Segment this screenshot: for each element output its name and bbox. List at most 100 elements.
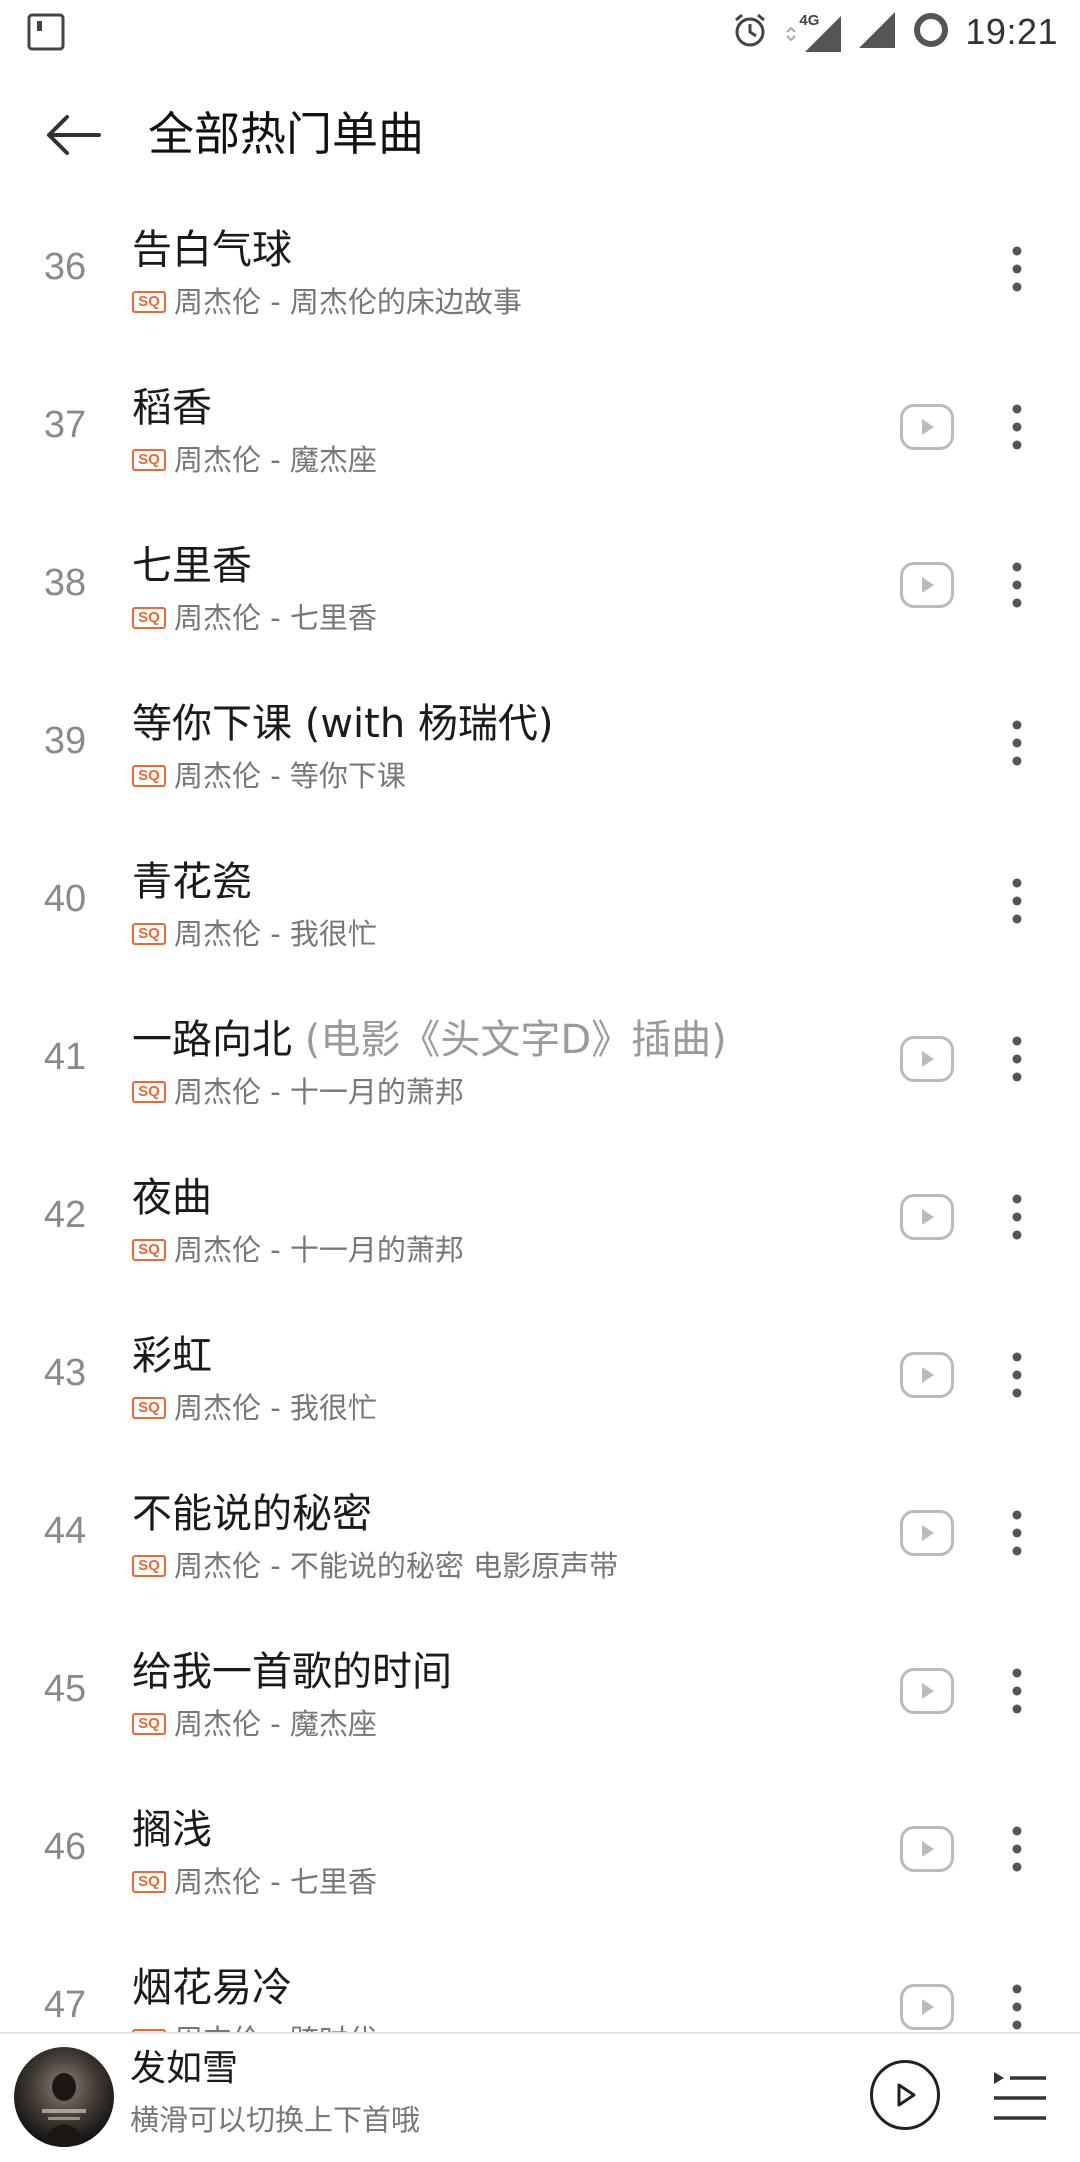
more-options-button[interactable] — [1000, 1346, 1034, 1404]
song-title-text: 搁浅 — [132, 1807, 212, 1853]
play-icon — [922, 577, 934, 593]
playlist-icon — [994, 2072, 1046, 2120]
more-options-button[interactable] — [1000, 1188, 1034, 1246]
song-artist-album: 周杰伦 - 十一月的萧邦 — [174, 1233, 464, 1267]
mv-play-button[interactable] — [900, 1984, 954, 2030]
mv-play-button[interactable] — [900, 1510, 954, 1556]
more-options-button[interactable] — [1000, 1978, 1034, 2032]
song-artist-album: 周杰伦 - 我很忙 — [174, 1391, 377, 1425]
more-vertical-icon — [1012, 1510, 1022, 1556]
song-subline: SQ 周杰伦 - 我很忙 — [132, 1388, 377, 1428]
song-artist-album: 周杰伦 - 周杰伦的床边故事 — [174, 285, 522, 319]
mini-player[interactable]: 发如雪 横滑可以切换上下首哦 — [0, 2032, 1080, 2162]
mv-play-button[interactable] — [900, 1826, 954, 1872]
song-row[interactable]: 39 等你下课 (with 杨瑞代) SQ 周杰伦 - 等你下课 — [0, 682, 1080, 840]
song-title: 给我一首歌的时间 — [132, 1644, 452, 1700]
song-row[interactable]: 44 不能说的秘密 SQ 周杰伦 - 不能说的秘密 电影原声带 — [0, 1472, 1080, 1630]
song-artist-album: 周杰伦 - 不能说的秘密 电影原声带 — [174, 1549, 619, 1583]
song-row[interactable]: 45 给我一首歌的时间 SQ 周杰伦 - 魔杰座 — [0, 1630, 1080, 1788]
song-row[interactable]: 40 青花瓷 SQ 周杰伦 - 我很忙 — [0, 840, 1080, 998]
song-subline: SQ 周杰伦 - 七里香 — [132, 1862, 377, 1902]
play-icon — [897, 2083, 916, 2107]
song-title-text: 等你下课 (with 杨瑞代) — [132, 701, 554, 747]
song-artist-album: 周杰伦 - 跨时代 — [174, 2020, 377, 2032]
arrow-left-icon — [47, 115, 101, 155]
status-bar: 4G 19:21 — [0, 0, 1080, 64]
mv-play-button[interactable] — [900, 1668, 954, 1714]
alarm-icon — [731, 11, 769, 53]
play-icon — [922, 1051, 934, 1067]
song-rank: 41 — [43, 1035, 87, 1078]
song-title: 彩虹 — [132, 1328, 212, 1384]
song-title: 不能说的秘密 — [132, 1486, 372, 1542]
player-hint: 横滑可以切换上下首哦 — [130, 2103, 421, 2137]
song-subline: SQ 周杰伦 - 魔杰座 — [132, 440, 377, 480]
song-row[interactable]: 37 稻香 SQ 周杰伦 - 魔杰座 — [0, 366, 1080, 524]
song-subline: SQ 周杰伦 - 周杰伦的床边故事 — [132, 282, 522, 322]
song-rank: 47 — [43, 1983, 87, 2026]
more-vertical-icon — [1012, 1036, 1022, 1082]
back-button[interactable] — [38, 100, 108, 170]
page-title: 全部热门单曲 — [148, 107, 424, 161]
song-title: 稻香 — [132, 380, 212, 436]
song-row[interactable]: 41 一路向北 (电影《头文字D》插曲) SQ 周杰伦 - 十一月的萧邦 — [0, 998, 1080, 1156]
sq-quality-badge: SQ — [132, 923, 166, 945]
play-icon — [922, 1999, 934, 2015]
mv-play-button[interactable] — [900, 562, 954, 608]
mv-play-button[interactable] — [900, 404, 954, 450]
more-options-button[interactable] — [1000, 714, 1034, 772]
song-title-text: 告白气球 — [132, 227, 292, 273]
sq-quality-badge: SQ — [132, 765, 166, 787]
playlist-button[interactable] — [990, 2064, 1050, 2128]
song-list[interactable]: 36 告白气球 SQ 周杰伦 - 周杰伦的床边故事 37 稻香 SQ 周杰伦 -… — [0, 208, 1080, 2032]
mv-play-button[interactable] — [900, 1036, 954, 1082]
more-options-button[interactable] — [1000, 240, 1034, 298]
song-rank: 45 — [43, 1667, 87, 1710]
more-vertical-icon — [1012, 562, 1022, 608]
more-options-button[interactable] — [1000, 872, 1034, 930]
more-vertical-icon — [1012, 1984, 1022, 2030]
sq-quality-badge: SQ — [132, 1397, 166, 1419]
song-rank: 40 — [43, 877, 87, 920]
song-rank: 43 — [43, 1351, 87, 1394]
more-vertical-icon — [1012, 878, 1022, 924]
song-subline: SQ 周杰伦 - 不能说的秘密 电影原声带 — [132, 1546, 618, 1586]
song-rank: 46 — [43, 1825, 87, 1868]
song-title-text: 烟花易冷 — [132, 1965, 292, 2011]
song-row[interactable]: 46 搁浅 SQ 周杰伦 - 七里香 — [0, 1788, 1080, 1946]
song-title: 搁浅 — [132, 1802, 212, 1858]
song-title-text: 青花瓷 — [132, 859, 252, 905]
song-title: 等你下课 (with 杨瑞代) — [132, 696, 554, 752]
more-vertical-icon — [1012, 1826, 1022, 1872]
network-type-icon: 4G — [783, 10, 843, 54]
song-row[interactable]: 36 告白气球 SQ 周杰伦 - 周杰伦的床边故事 — [0, 208, 1080, 366]
song-rank: 38 — [43, 561, 87, 604]
more-options-button[interactable] — [1000, 1030, 1034, 1088]
song-artist-album: 周杰伦 - 我很忙 — [174, 917, 377, 951]
song-subline: SQ 周杰伦 - 魔杰座 — [132, 1704, 377, 1744]
more-options-button[interactable] — [1000, 556, 1034, 614]
song-title: 夜曲 — [132, 1170, 212, 1226]
song-subline: SQ 周杰伦 - 七里香 — [132, 598, 377, 638]
song-row[interactable]: 38 七里香 SQ 周杰伦 - 七里香 — [0, 524, 1080, 682]
more-options-button[interactable] — [1000, 1662, 1034, 1720]
mv-play-button[interactable] — [900, 1194, 954, 1240]
song-artist-album: 周杰伦 - 等你下课 — [174, 759, 406, 793]
song-artist-album: 周杰伦 - 魔杰座 — [174, 443, 377, 477]
player-play-button[interactable] — [870, 2060, 940, 2130]
more-options-button[interactable] — [1000, 1820, 1034, 1878]
song-row[interactable]: 42 夜曲 SQ 周杰伦 - 十一月的萧邦 — [0, 1156, 1080, 1314]
song-title-text: 彩虹 — [132, 1333, 212, 1379]
song-row[interactable]: 47 烟花易冷 SQ 周杰伦 - 跨时代 — [0, 1946, 1080, 2032]
song-row[interactable]: 43 彩虹 SQ 周杰伦 - 我很忙 — [0, 1314, 1080, 1472]
song-subline: SQ 周杰伦 - 十一月的萧邦 — [132, 1230, 464, 1270]
album-art[interactable] — [14, 2047, 114, 2147]
more-options-button[interactable] — [1000, 398, 1034, 456]
play-icon — [922, 1841, 934, 1857]
mv-play-button[interactable] — [900, 1352, 954, 1398]
song-subline: SQ 周杰伦 - 十一月的萧邦 — [132, 1072, 464, 1112]
more-options-button[interactable] — [1000, 1504, 1034, 1562]
song-subline: SQ 周杰伦 - 等你下课 — [132, 756, 406, 796]
play-icon — [922, 1525, 934, 1541]
more-vertical-icon — [1012, 1352, 1022, 1398]
